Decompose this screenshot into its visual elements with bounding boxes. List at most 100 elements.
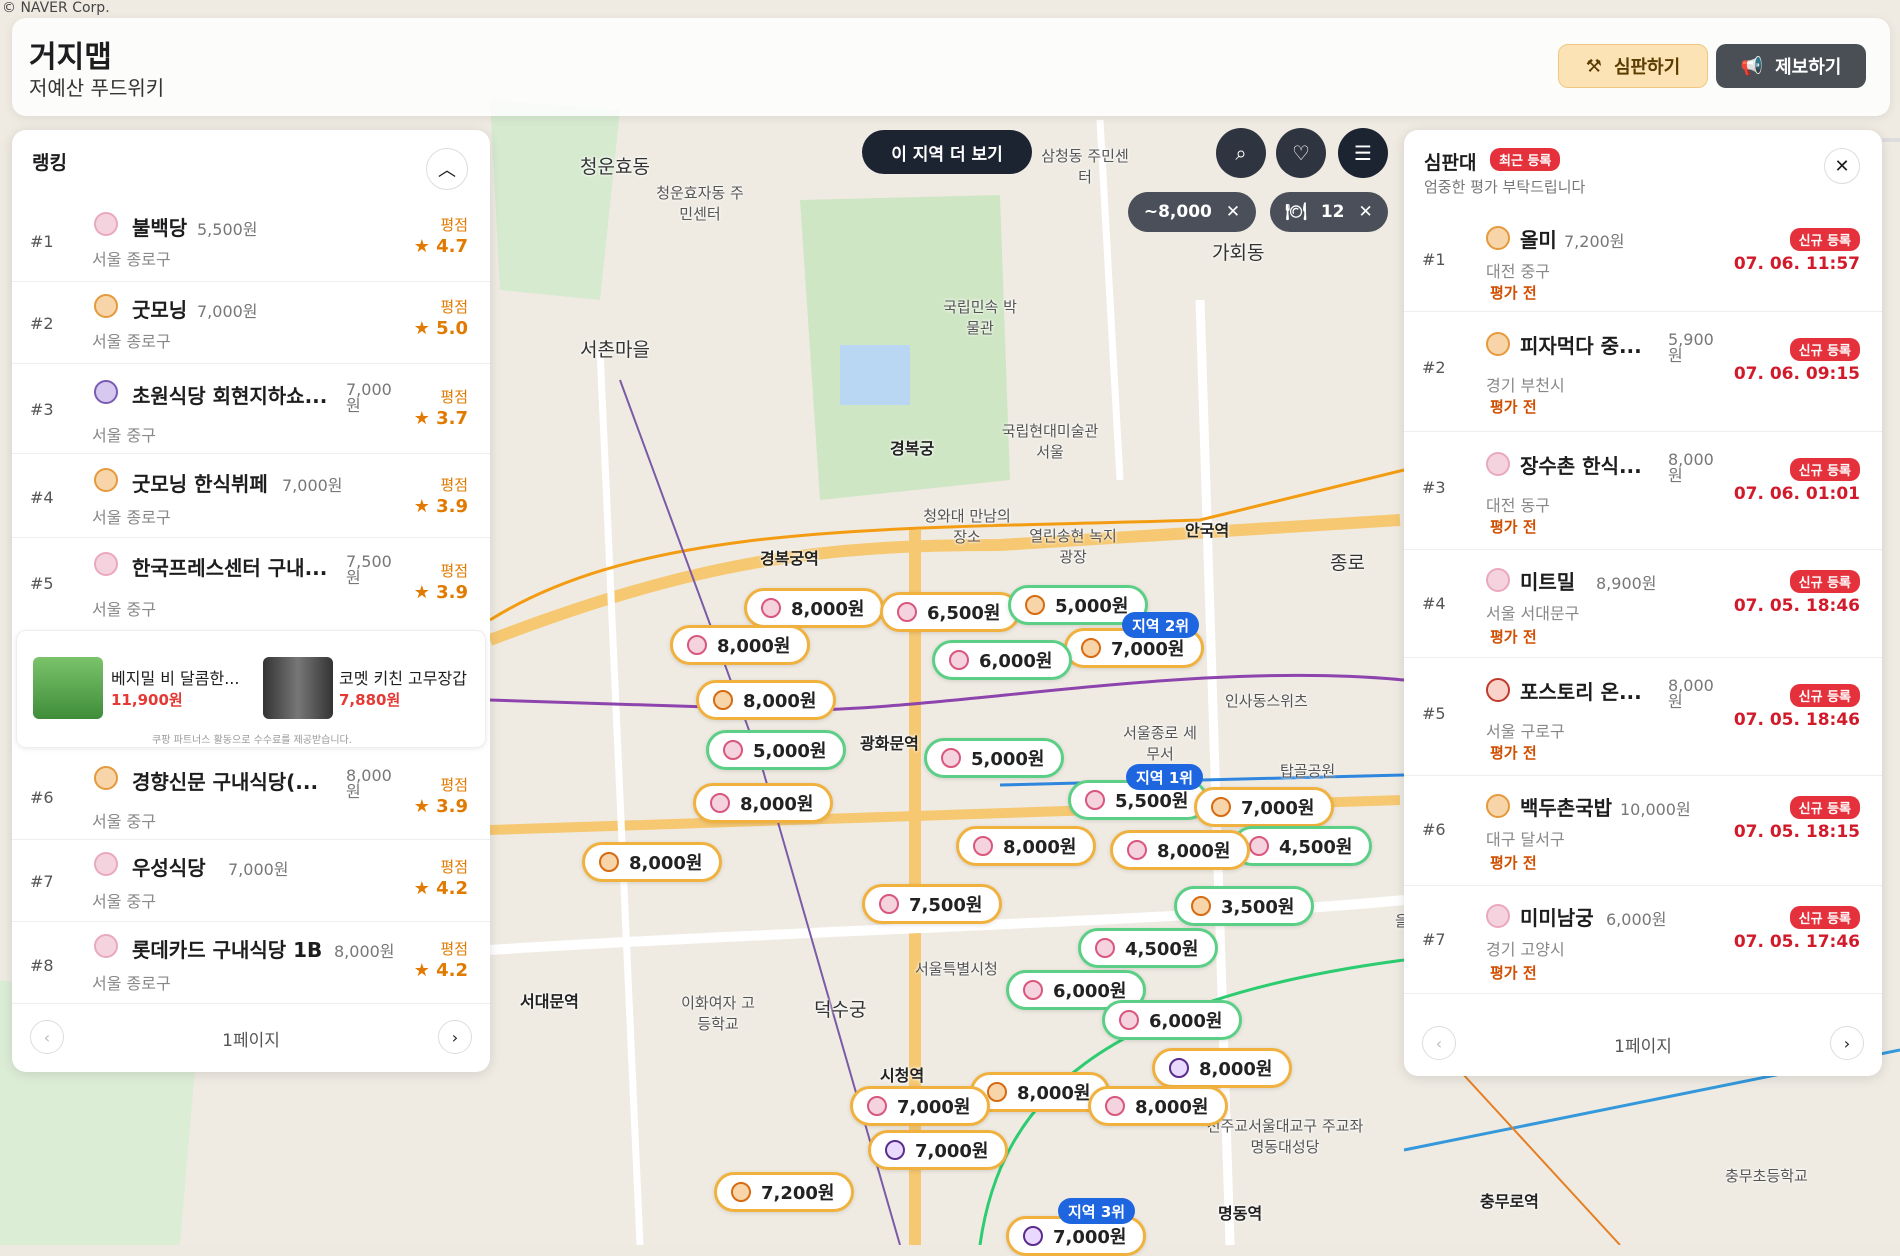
map-marker[interactable]: 8,000원 — [1152, 1048, 1292, 1088]
food-icon — [1486, 332, 1510, 356]
restaurant-price: 7,000원 — [346, 380, 392, 415]
star-icon: ★ — [413, 582, 437, 603]
ad-item-name[interactable]: 베지밀 비 달콤한... — [111, 665, 239, 689]
judge-button[interactable]: ⚒ 심판하기 — [1558, 44, 1708, 88]
score-label: 평점 — [440, 476, 468, 494]
map-marker[interactable]: 6,000원 — [932, 640, 1072, 680]
new-badge: 신규 등록 — [1789, 458, 1860, 481]
ranking-pagination: ‹ 1페이지 › — [12, 1016, 490, 1056]
map-label: 덕수궁 — [814, 999, 867, 1021]
food-icon — [987, 1082, 1007, 1102]
map-marker[interactable]: 4,500원 — [1232, 826, 1372, 866]
food-icon — [761, 598, 781, 618]
marker-price: 8,000원 — [1157, 841, 1231, 862]
rank-number: #7 — [1422, 930, 1446, 949]
restaurant-price: 7,000원 — [197, 302, 258, 321]
evaluation-status: 평가 전 — [1490, 284, 1537, 302]
report-button[interactable]: 📢 제보하기 — [1716, 44, 1866, 88]
map-marker[interactable]: 8,000원 — [1110, 830, 1250, 870]
food-icon — [1081, 638, 1101, 658]
restaurant-location: 서울 서대문구 — [1486, 604, 1580, 623]
map-marker[interactable]: 3,500원 — [1174, 886, 1314, 926]
restaurant-name: 경향신문 구내식당(... — [132, 770, 319, 794]
favorites-button[interactable]: ♡ — [1276, 128, 1326, 178]
ad-item-name[interactable]: 코멧 키친 고무장갑 — [339, 665, 467, 689]
map-marker[interactable]: 8,000원 — [956, 826, 1096, 866]
map-marker[interactable]: 7,500원 — [862, 884, 1002, 924]
search-button[interactable]: ⌕ — [1216, 128, 1266, 178]
product-image — [33, 657, 103, 719]
map-marker[interactable]: 4,500원 — [1078, 928, 1218, 968]
collapse-button[interactable]: ︿ — [426, 148, 468, 190]
board-item[interactable]: #6 백두촌국밥 10,000원 대구 달서구 평가 전 신규 등록 07. 0… — [1404, 776, 1882, 886]
food-icon — [1105, 1096, 1125, 1116]
map-marker[interactable]: 5,000원 — [924, 738, 1064, 778]
food-icon — [1127, 840, 1147, 860]
price-filter-chip[interactable]: ~8,000 ✕ — [1128, 192, 1256, 232]
map-marker[interactable]: 7,000원 — [1194, 787, 1334, 827]
marker-price: 7,000원 — [1111, 639, 1185, 660]
ad-disclaimer: 쿠팡 파트너스 활동으로 수수료를 제공받습니다. — [152, 735, 352, 746]
ad-item-price: 11,900원 — [111, 691, 183, 709]
food-icon — [1119, 1010, 1139, 1030]
star-icon: ★ — [413, 318, 437, 339]
region-rank-badge: 지역 3위 — [1058, 1198, 1136, 1224]
marker-price: 4,500원 — [1279, 837, 1353, 858]
close-icon[interactable]: ✕ — [1359, 202, 1373, 222]
map-marker[interactable]: 8,000원 — [1088, 1086, 1228, 1126]
next-page-button[interactable]: › — [1830, 1026, 1864, 1060]
filter-button[interactable]: ☰ — [1338, 128, 1388, 178]
ranking-item[interactable]: #1 불백당 5,500원 서울 종로구 평점 ★ 4.7 — [12, 200, 490, 282]
report-label: 제보하기 — [1775, 57, 1842, 78]
restaurant-price: 8,900원 — [1596, 574, 1657, 593]
map-marker[interactable]: 8,000원 — [670, 625, 810, 665]
pond — [840, 345, 910, 405]
chevron-up-icon: ︿ — [438, 160, 456, 181]
close-icon[interactable]: ✕ — [1226, 202, 1240, 222]
restaurant-location: 서울 중구 — [92, 426, 156, 445]
food-icon — [723, 740, 743, 760]
score-value: ★ 3.9 — [413, 496, 468, 517]
restaurant-location: 서울 중구 — [92, 892, 156, 911]
ranking-item[interactable]: #6 경향신문 구내식당(... 8,000원 서울 중구 평점 ★ 3.9 — [12, 752, 490, 840]
close-button[interactable]: ✕ — [1824, 148, 1860, 184]
evaluation-status: 평가 전 — [1490, 854, 1537, 872]
map-marker[interactable]: 7,000원 — [868, 1130, 1008, 1170]
score-label: 평점 — [440, 776, 468, 794]
app-header: 거지맵 저예산 푸드위키 ⚒ 심판하기 📢 제보하기 — [12, 18, 1890, 116]
food-icon — [94, 552, 118, 576]
map-marker[interactable]: 5,000원 — [706, 730, 846, 770]
new-badge: 신규 등록 — [1789, 796, 1860, 819]
board-item[interactable]: #1 올미 7,200원 대전 중구 평가 전 신규 등록 07. 06. 11… — [1404, 210, 1882, 312]
board-item[interactable]: #3 장수촌 한식... 8,000원 대전 동구 평가 전 신규 등록 07.… — [1404, 432, 1882, 550]
next-page-button[interactable]: › — [438, 1020, 472, 1054]
ranking-item[interactable]: #7 우성식당 7,000원 서울 중구 평점 ★ 4.2 — [12, 840, 490, 922]
ranking-item[interactable]: #2 굿모닝 7,000원 서울 종로구 평점 ★ 5.0 — [12, 282, 490, 364]
ranking-item[interactable]: #5 한국프레스센터 구내... 7,500원 서울 중구 평점 ★ 3.9 — [12, 538, 490, 626]
map-label: 국립민속 박물관 — [943, 298, 1017, 337]
board-item[interactable]: #5 포스토리 온... 8,000원 서울 구로구 평가 전 신규 등록 07… — [1404, 658, 1882, 776]
search-this-area-button[interactable]: 이 지역 더 보기 — [862, 130, 1032, 174]
map-marker[interactable]: 8,000원 — [693, 783, 833, 823]
map-marker[interactable]: 8,000원 — [582, 842, 722, 882]
ranking-item[interactable]: #4 굿모닝 한식뷔페 7,000원 서울 종로구 평점 ★ 3.9 — [12, 454, 490, 538]
ad-banner[interactable]: 베지밀 비 달콤한... 11,900원 코멧 키친 고무장갑 7,880원 쿠… — [16, 630, 486, 748]
board-item[interactable]: #2 피자먹다 중... 5,900원 경기 부천시 평가 전 신규 등록 07… — [1404, 312, 1882, 432]
map-marker[interactable]: 8,000원 — [696, 680, 836, 720]
count-filter-chip[interactable]: 🍽 12 ✕ — [1270, 192, 1388, 232]
map-marker[interactable]: 7,200원 — [714, 1172, 854, 1212]
map-marker[interactable]: 6,500원 — [880, 592, 1020, 632]
board-item[interactable]: #4 미트밀 8,900원 서울 서대문구 평가 전 신규 등록 07. 05.… — [1404, 550, 1882, 658]
rank-number: #4 — [1422, 594, 1446, 613]
ranking-item[interactable]: #3 초원식당 회현지하쇼... 7,000원 서울 중구 평점 ★ 3.7 — [12, 364, 490, 454]
rank-number: #3 — [30, 400, 54, 419]
rank-number: #2 — [30, 314, 54, 333]
ranking-item[interactable]: #8 롯데카드 구내식당 1B 8,000원 서울 종로구 평점 ★ 4.2 — [12, 922, 490, 1004]
marker-price: 8,000원 — [1017, 1083, 1091, 1104]
registered-time: 07. 05. 18:46 — [1733, 710, 1860, 730]
map-marker[interactable]: 6,000원 — [1102, 1000, 1242, 1040]
map-marker[interactable]: 7,000원 — [850, 1086, 990, 1126]
restaurant-name: 피자먹다 중... — [1520, 334, 1642, 358]
board-item[interactable]: #7 미미남궁 6,000원 경기 고양시 평가 전 신규 등록 07. 05.… — [1404, 886, 1882, 994]
map-marker[interactable]: 8,000원 — [744, 588, 884, 628]
